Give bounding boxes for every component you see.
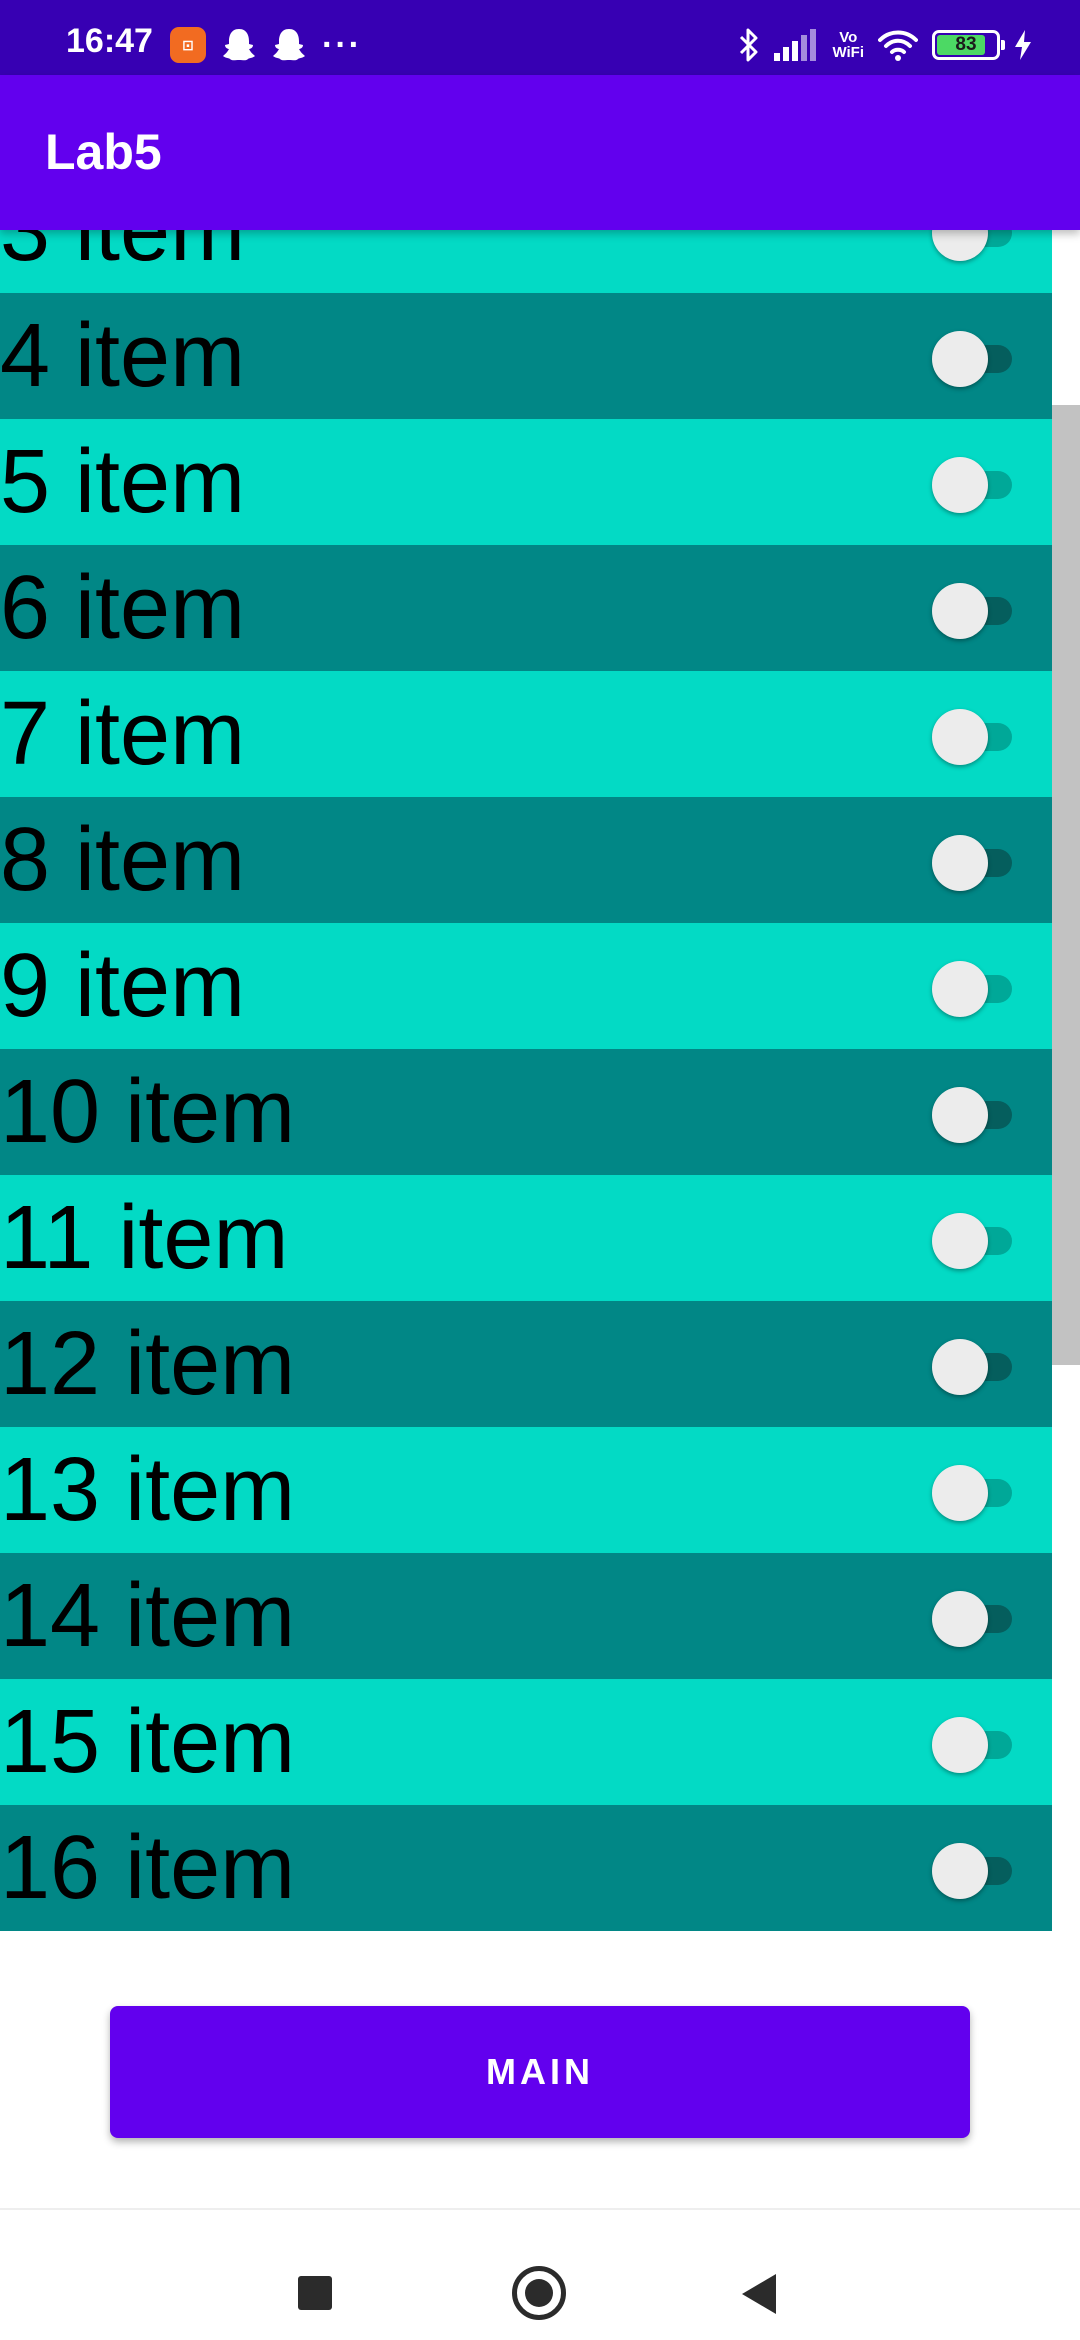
list-item-label: 5 item [0,432,246,532]
list-item-switch[interactable] [932,1087,1022,1143]
back-icon[interactable] [742,2274,776,2314]
list-item-switch[interactable] [932,1465,1022,1521]
switch-thumb [932,583,988,639]
list-item: 3 item [0,230,1052,293]
list-item-switch[interactable] [932,835,1022,891]
list-item-switch[interactable] [932,1843,1022,1899]
list-item: 5 item [0,419,1052,545]
list-item: 11 item [0,1175,1052,1301]
list-item-label: 13 item [0,1440,296,1540]
wifi-icon [878,30,918,61]
switch-thumb [932,230,988,261]
bluetooth-icon [740,28,758,62]
signal-icon [774,29,817,61]
main-button[interactable]: MAIN [110,2006,970,2138]
list-item-label: 3 item [0,230,246,280]
list-item: 10 item [0,1049,1052,1175]
switch-thumb [932,1591,988,1647]
list-item-label: 9 item [0,936,246,1036]
list-item-label: 7 item [0,684,246,784]
list-item-label: 11 item [0,1188,289,1288]
charging-icon [1015,30,1031,60]
home-icon[interactable] [512,2266,566,2320]
list-item: 16 item [0,1805,1052,1931]
app-bar: Lab5 [0,75,1080,230]
list-item: 12 item [0,1301,1052,1427]
list-item-switch[interactable] [932,961,1022,1017]
item-list[interactable]: 3 item 4 item 5 item 6 item 7 item 8 item 9 it… [0,230,1052,1933]
list-item-switch[interactable] [932,457,1022,513]
list-item: 4 item [0,293,1052,419]
switch-thumb [932,961,988,1017]
list-item-switch[interactable] [932,709,1022,765]
snapchat-icon [223,29,255,61]
switch-thumb [932,331,988,387]
more-dots-icon: ··· [322,26,362,64]
battery-cap [1001,40,1005,50]
vowifi-bottom-text: WiFi [832,44,864,61]
battery-level: 83 [955,34,977,55]
list-item-label: 4 item [0,306,246,406]
list-item: 14 item [0,1553,1052,1679]
battery-icon: 83 [932,30,1005,60]
list-item: 9 item [0,923,1052,1049]
snapchat-icon [273,29,305,61]
list-item-label: 10 item [0,1062,296,1162]
list-item-label: 6 item [0,558,246,658]
app-badge-icon: ⊡ [170,27,206,63]
list-item-label: 15 item [0,1692,296,1792]
list-item-switch[interactable] [932,583,1022,639]
list-item-label: 14 item [0,1566,296,1666]
list-item-switch[interactable] [932,230,1022,261]
status-bar: 16:47 ⊡ ··· Vo WiFi 83 [0,0,1080,75]
app-title: Lab5 [45,124,162,180]
list-item-switch[interactable] [932,1717,1022,1773]
switch-thumb [932,1717,988,1773]
switch-thumb [932,1465,988,1521]
switch-thumb [932,835,988,891]
list-item: 15 item [0,1679,1052,1805]
switch-thumb [932,1339,988,1395]
list-item: 7 item [0,671,1052,797]
vowifi-icon: Vo WiFi [832,30,864,60]
list-item-label: 12 item [0,1314,296,1414]
list-item: 13 item [0,1427,1052,1553]
status-time: 16:47 [66,22,153,60]
navigation-bar [0,2208,1080,2340]
list-item-switch[interactable] [932,1339,1022,1395]
list-item-switch[interactable] [932,1591,1022,1647]
list-item-label: 8 item [0,810,246,910]
list-item: 8 item [0,797,1052,923]
switch-thumb [932,1087,988,1143]
switch-thumb [932,457,988,513]
list-item-label: 16 item [0,1818,296,1918]
system-icons: Vo WiFi 83 [738,28,1032,62]
recent-apps-icon[interactable] [298,2276,332,2310]
list-item-switch[interactable] [932,331,1022,387]
item-list-content: 3 item 4 item 5 item 6 item 7 item 8 item 9 it… [0,230,1052,1931]
switch-thumb [932,709,988,765]
scrollbar-thumb[interactable] [1052,405,1080,1365]
switch-thumb [932,1213,988,1269]
notification-icons: ⊡ ··· [170,27,362,63]
vowifi-top-text: Vo [839,29,858,46]
switch-thumb [932,1843,988,1899]
list-item: 6 item [0,545,1052,671]
list-item-switch[interactable] [932,1213,1022,1269]
